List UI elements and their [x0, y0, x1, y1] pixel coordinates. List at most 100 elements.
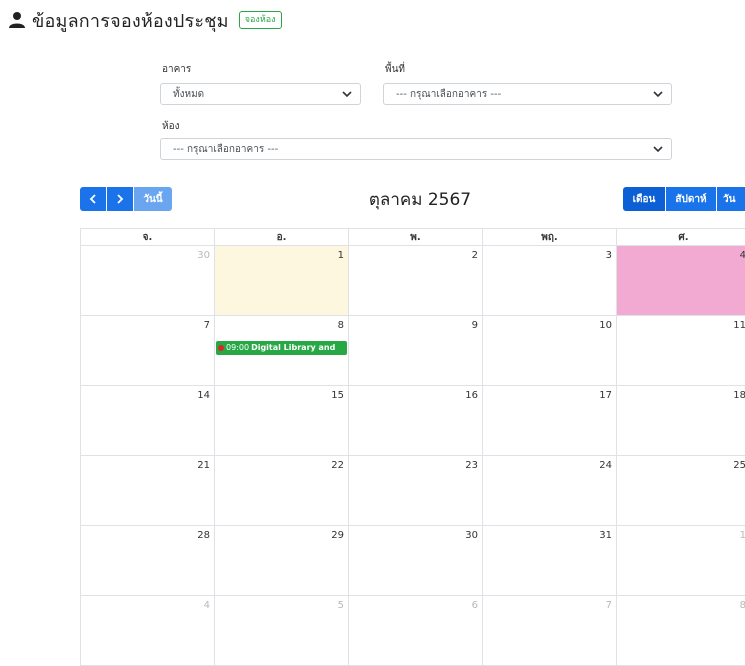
- day-number: 24: [599, 460, 612, 471]
- month-calendar: จ. อ. พ. พฤ. ศ. 30 1 2 3 4 7 8 09:00 Digital Library…: [80, 228, 745, 666]
- day-number: 11: [733, 320, 745, 331]
- calendar-day[interactable]: 9: [349, 316, 483, 386]
- day-number: 15: [331, 390, 344, 401]
- room-select[interactable]: --- กรุณาเลือกอาคาร ---: [160, 138, 672, 160]
- day-number: 31: [599, 530, 612, 541]
- calendar-day[interactable]: 14: [81, 386, 215, 456]
- room-select-value: --- กรุณาเลือกอาคาร ---: [173, 143, 279, 155]
- chevron-down-icon: [653, 91, 663, 98]
- calendar-week: 30 1 2 3 4: [81, 246, 745, 316]
- page-header: ข้อมูลการจองห้องประชุม จองห้อง: [8, 6, 282, 34]
- event-dot-icon: [218, 345, 224, 351]
- calendar-day[interactable]: 16: [349, 386, 483, 456]
- weekday-header-cell: อ.: [215, 229, 349, 246]
- calendar-day[interactable]: 15: [215, 386, 349, 456]
- weekday-header-cell: จ.: [81, 229, 215, 246]
- day-number: 4: [739, 250, 745, 261]
- day-number: 30: [465, 530, 478, 541]
- calendar-week: 14 15 16 17 18: [81, 386, 745, 456]
- view-week-button[interactable]: สัปดาห์: [666, 187, 716, 211]
- user-icon: [9, 12, 25, 28]
- day-number: 14: [197, 390, 210, 401]
- calendar-day[interactable]: 25: [617, 456, 745, 526]
- day-number: 16: [465, 390, 478, 401]
- calendar-day[interactable]: 11: [617, 316, 745, 386]
- weekday-header-cell: พ.: [349, 229, 483, 246]
- calendar-day[interactable]: 28: [81, 526, 215, 596]
- calendar-day[interactable]: 23: [349, 456, 483, 526]
- day-number: 8: [337, 320, 344, 331]
- prev-month-button[interactable]: [80, 187, 106, 211]
- calendar-day[interactable]: 4: [617, 246, 745, 316]
- calendar-day[interactable]: 17: [483, 386, 617, 456]
- weekday-header: จ. อ. พ. พฤ. ศ.: [81, 229, 745, 246]
- building-select[interactable]: ทั้งหมด: [160, 83, 361, 105]
- next-month-button[interactable]: [107, 187, 133, 211]
- day-number: 28: [197, 530, 210, 541]
- day-number: 1: [337, 250, 344, 261]
- view-month-button[interactable]: เดือน: [623, 187, 665, 211]
- day-number: 25: [733, 460, 745, 471]
- weekday-header-cell: ศ.: [617, 229, 745, 246]
- calendar-day[interactable]: 7: [81, 316, 215, 386]
- calendar-day[interactable]: 7: [483, 596, 617, 666]
- chevron-right-icon: [117, 194, 124, 204]
- chevron-down-icon: [653, 146, 663, 153]
- day-number: 2: [471, 250, 478, 261]
- day-number: 7: [605, 600, 612, 611]
- day-number: 4: [203, 600, 210, 611]
- calendar-weeks: 30 1 2 3 4 7 8 09:00 Digital Library and 9 10 11 14 1…: [81, 246, 745, 666]
- calendar-day[interactable]: 22: [215, 456, 349, 526]
- day-number: 6: [471, 600, 478, 611]
- calendar-day[interactable]: 29: [215, 526, 349, 596]
- area-select-value: --- กรุณาเลือกอาคาร ---: [396, 88, 502, 100]
- calendar-day[interactable]: 31: [483, 526, 617, 596]
- book-room-button[interactable]: จองห้อง: [238, 11, 282, 29]
- day-number: 3: [605, 250, 612, 261]
- today-button[interactable]: วันนี้: [134, 187, 172, 211]
- calendar-day[interactable]: 3: [483, 246, 617, 316]
- day-number: 9: [471, 320, 478, 331]
- calendar-day[interactable]: 30: [81, 246, 215, 316]
- day-number: 21: [197, 460, 210, 471]
- calendar-day[interactable]: 18: [617, 386, 745, 456]
- calendar-day[interactable]: 30: [349, 526, 483, 596]
- calendar-day[interactable]: 8: [617, 596, 745, 666]
- calendar-week: 4 5 6 7 8: [81, 596, 745, 666]
- calendar-day[interactable]: 21: [81, 456, 215, 526]
- calendar-week: 7 8 09:00 Digital Library and 9 10 11: [81, 316, 745, 386]
- calendar-day[interactable]: 10: [483, 316, 617, 386]
- day-number: 18: [733, 390, 745, 401]
- calendar-day[interactable]: 5: [215, 596, 349, 666]
- calendar-day[interactable]: 24: [483, 456, 617, 526]
- calendar-day[interactable]: 4: [81, 596, 215, 666]
- view-day-button[interactable]: วัน: [717, 187, 745, 211]
- calendar-week: 28 29 30 31 1: [81, 526, 745, 596]
- chevron-left-icon: [89, 194, 96, 204]
- calendar-day[interactable]: 1: [617, 526, 745, 596]
- event-time: 09:00: [226, 343, 250, 352]
- calendar-week: 21 22 23 24 25: [81, 456, 745, 526]
- day-number: 8: [739, 600, 745, 611]
- area-label: พื้นที่: [385, 64, 406, 75]
- day-number: 10: [599, 320, 612, 331]
- day-number: 22: [331, 460, 344, 471]
- calendar-title: ตุลาคม 2567: [368, 190, 472, 210]
- building-select-value: ทั้งหมด: [173, 88, 205, 100]
- page-title: ข้อมูลการจองห้องประชุม: [32, 10, 229, 32]
- calendar-event[interactable]: 09:00 Digital Library and: [216, 341, 347, 355]
- day-number: 1: [739, 530, 745, 541]
- day-number: 7: [203, 320, 210, 331]
- day-number: 23: [465, 460, 478, 471]
- calendar-day[interactable]: 6: [349, 596, 483, 666]
- day-number: 30: [197, 250, 210, 261]
- weekday-header-cell: พฤ.: [483, 229, 617, 246]
- event-title: Digital Library and: [251, 343, 336, 352]
- day-number: 17: [599, 390, 612, 401]
- building-label: อาคาร: [162, 64, 192, 75]
- calendar-day[interactable]: 1: [215, 246, 349, 316]
- area-select[interactable]: --- กรุณาเลือกอาคาร ---: [383, 83, 672, 105]
- calendar-day[interactable]: 8 09:00 Digital Library and: [215, 316, 349, 386]
- day-number: 5: [337, 600, 344, 611]
- calendar-day[interactable]: 2: [349, 246, 483, 316]
